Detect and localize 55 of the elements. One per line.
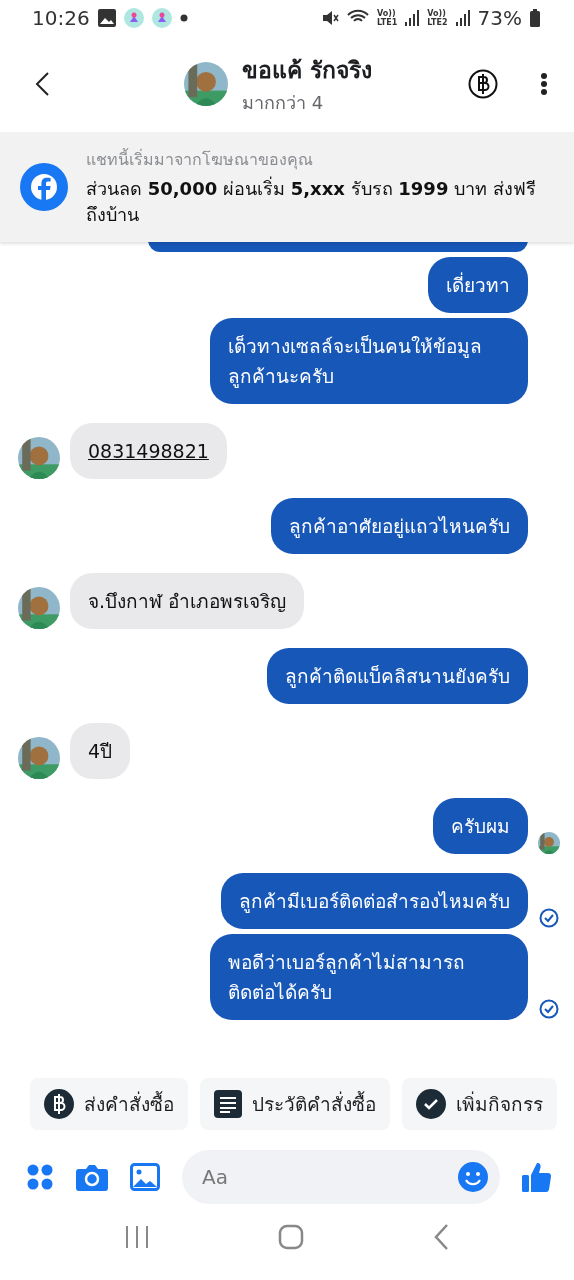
quick-action-button[interactable]: เพิ่มกิจกรร (402, 1078, 557, 1130)
received-message: จ.บึงกาฬ อำเภอพรเจริญ (70, 573, 305, 629)
avatar (18, 737, 60, 779)
ad-text: ส่วนลด 50,000 ผ่อนเริ่ม 5,xxx รับรถ 1999 บาท ส่งฟรีถึงบ้าน (86, 175, 537, 227)
battery-percent: 73% (477, 6, 522, 30)
payment-button[interactable] (468, 69, 498, 99)
volte-label: Vo)) (427, 9, 448, 18)
mute-icon (321, 9, 339, 27)
quick-action-button[interactable]: ประวัติคำสั่งซื้อ (200, 1078, 390, 1130)
app-notification-icon (151, 8, 172, 28)
message-input[interactable]: Aa (200, 1164, 458, 1190)
contact-name: ขอแค้ รักจริง (242, 55, 372, 85)
status-time: 10:26 (32, 6, 90, 30)
more-options-button[interactable] (540, 72, 548, 96)
recents-button[interactable] (124, 1224, 149, 1250)
phone-link[interactable]: 0831498821 (88, 440, 209, 462)
sent-message: ลูกค้าติดแบ็คลิสนานยังครับ (267, 648, 528, 704)
app-notification-icon (123, 8, 144, 28)
lte-label: LTE2 (427, 18, 448, 27)
contact-subtitle: มากกว่า 4 (242, 90, 325, 115)
volte-label: Vo)) (377, 9, 396, 18)
image-icon (97, 9, 116, 27)
sent-check-icon (539, 999, 559, 1019)
gallery-button[interactable] (130, 1163, 160, 1191)
baht-icon (44, 1089, 74, 1119)
facebook-icon (20, 163, 68, 211)
emoji-icon[interactable] (458, 1162, 488, 1192)
sent-message: พอดีว่าเบอร์ลูกค้าไม่สามารถติดต่อได้ครับ (210, 934, 528, 1020)
quick-action-button[interactable]: ส่งคำสั่งซื้อ (30, 1078, 188, 1130)
sent-check-icon (539, 908, 559, 928)
like-button[interactable] (522, 1161, 552, 1193)
apps-button[interactable] (26, 1163, 54, 1191)
sent-message: ครับผม (433, 798, 528, 854)
battery-icon (530, 9, 540, 27)
avatar (538, 832, 560, 854)
dot-icon (179, 14, 188, 22)
sent-message: เด็วทางเซลล์จะเป็นคนให้ข้อมูลลูกค้านะครับ (210, 318, 528, 404)
signal-icon (455, 10, 470, 26)
lte-label: LTE1 (377, 18, 398, 27)
avatar (18, 587, 60, 629)
sent-message: เดี่ยวทา (428, 257, 528, 313)
signal-icon (405, 10, 420, 26)
received-message: 4ปี (70, 723, 131, 779)
checkmark-icon (416, 1089, 446, 1119)
ad-caption: แชทนี้เริ่มมาจากโฆษณาของคุณ (86, 147, 314, 172)
home-button[interactable] (278, 1224, 304, 1250)
nav-back-button[interactable] (433, 1223, 450, 1251)
baht-icon (468, 69, 498, 99)
sent-message: ลูกค้ามีเบอร์ติดต่อสำรองไหมครับ (221, 873, 528, 929)
sent-message: ลูกค้าอาศัยอยู่แถวไหนครับ (271, 498, 528, 554)
avatar (18, 437, 60, 479)
message-field[interactable]: Aa (182, 1150, 500, 1204)
document-icon (214, 1090, 242, 1118)
avatar (184, 62, 228, 106)
camera-button[interactable] (76, 1163, 108, 1191)
